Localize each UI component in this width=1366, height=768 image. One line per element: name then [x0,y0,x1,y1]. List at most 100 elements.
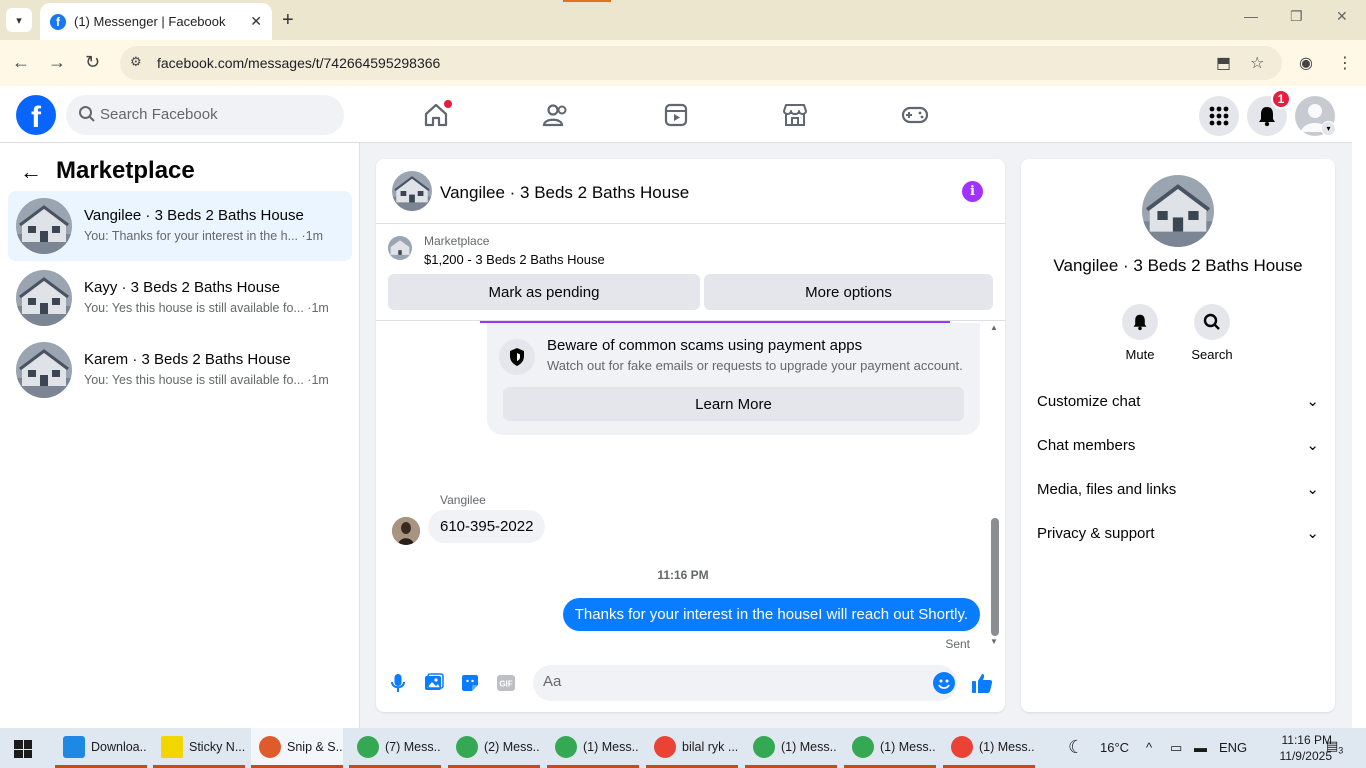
browser-tab[interactable]: f (1) Messenger | Facebook ✕ [40,3,272,40]
search-label: Search [1191,347,1233,362]
reload-icon[interactable]: ↻ [85,52,100,72]
sticky-notes-icon [161,735,183,758]
message-scrollbar[interactable] [991,518,999,636]
media-files-links-row[interactable]: Media, files and links ⌄ [1037,469,1319,509]
bookmark-star-icon[interactable]: ☆ [1250,53,1264,73]
network-icon[interactable]: ▬ [1194,740,1207,755]
outgoing-message[interactable]: Thanks for your interest in the houseI w… [562,598,980,631]
taskbar-chrome-window[interactable]: (1) Mess... [547,728,639,768]
video-icon[interactable] [661,100,691,130]
facebook-logo[interactable]: f [16,95,56,135]
tray-chevron-up-icon[interactable]: ^ [1146,740,1152,755]
back-arrow-icon[interactable]: ← [20,159,42,185]
back-icon[interactable]: ← [12,52,30,72]
taskbar-snip-sketch[interactable]: Snip & S... [251,728,343,768]
grid-icon [1209,106,1229,126]
restore-button[interactable]: ❐ [1290,8,1303,25]
privacy-support-row[interactable]: Privacy & support ⌄ [1037,513,1319,553]
gif-icon[interactable]: GIF [494,671,518,695]
conversation-item[interactable]: Kayy · 3 Beds 2 Baths House You: Yes thi… [8,263,352,333]
bell-icon [1122,304,1158,340]
taskbar-sticky-notes[interactable]: Sticky N... [153,728,245,768]
scroll-up-arrow-icon[interactable]: ▲ [990,323,998,332]
taskbar-label: (1) Mess... [979,739,1035,754]
customize-chat-row[interactable]: Customize chat ⌄ [1037,381,1319,421]
taskbar-clock[interactable]: 11:16 PM 11/9/2025 [1278,732,1333,764]
chrome-icon [555,735,577,758]
photo-icon[interactable] [422,671,446,695]
emoji-icon[interactable] [933,672,955,694]
taskbar-chrome-window[interactable]: (7) Mess... [349,728,441,768]
taskbar-label: (1) Mess... [583,739,639,754]
house-thumbnail [16,198,72,254]
taskbar-chrome-window[interactable]: (1) Mess... [943,728,1035,768]
taskbar-chrome-window[interactable]: (1) Mess... [844,728,936,768]
listing-price-title[interactable]: $1,200 - 3 Beds 2 Baths House [424,252,605,267]
mark-as-pending-button[interactable]: Mark as pending [388,274,700,310]
message-input-box[interactable] [533,665,957,701]
sender-avatar[interactable] [392,517,420,545]
notification-center-count: 3 [1338,745,1344,756]
conversation-item[interactable]: Karem · 3 Beds 2 Baths House You: Yes th… [8,335,352,405]
sticker-icon[interactable] [458,671,482,695]
tab-strip-accent [563,0,611,2]
address-bar[interactable]: ⚙ facebook.com/messages/t/74266459529836… [120,46,1282,80]
chat-title[interactable]: Vangilee · 3 Beds 2 Baths House [440,183,689,203]
gaming-icon[interactable] [900,100,930,130]
conversation-name: Vangilee · 3 Beds 2 Baths House [84,207,304,224]
site-info-icon[interactable]: ⚙ [130,54,142,70]
learn-more-button[interactable]: Learn More [503,387,964,421]
language-indicator[interactable]: ENG [1219,740,1247,755]
taskbar-downloads[interactable]: Downloa... [55,728,147,768]
thumbs-up-icon[interactable] [970,671,994,695]
notification-center-icon[interactable]: ▤3 [1326,738,1343,756]
scroll-down-arrow-icon[interactable]: ▼ [990,637,998,646]
marketplace-icon[interactable] [780,100,810,130]
chat-house-thumbnail [392,171,432,211]
facebook-search[interactable]: Search Facebook [66,95,344,135]
weather-moon-icon[interactable]: ☾ [1068,737,1084,758]
taskbar-chrome-window[interactable]: (1) Mess... [745,728,837,768]
menu-grid-button[interactable] [1199,96,1239,136]
info-house-thumbnail [1142,175,1214,247]
mute-button[interactable]: Mute [1110,304,1170,362]
taskbar-label: bilal ryk ... [682,739,738,754]
marketplace-label: Marketplace [424,234,490,248]
chrome-icon [654,735,676,758]
friends-icon[interactable] [541,100,571,130]
conversation-item[interactable]: Vangilee · 3 Beds 2 Baths House You: Tha… [8,191,352,261]
profile-icon[interactable]: ◉ [1299,53,1313,73]
browser-menu-icon[interactable]: ⋮ [1337,53,1353,73]
meet-now-icon[interactable]: ▭ [1170,740,1182,756]
chat-members-row[interactable]: Chat members ⌄ [1037,425,1319,465]
chevron-down-icon: ⌄ [1306,481,1319,498]
weather-temp[interactable]: 16°C [1100,740,1129,755]
conversation-name: Kayy · 3 Beds 2 Baths House [84,279,280,296]
tab-search-button[interactable]: ▾ [6,8,32,32]
forward-icon[interactable]: → [48,52,66,72]
search-conversation-button[interactable]: Search [1182,304,1242,362]
install-app-icon[interactable]: ⬒ [1216,53,1231,73]
scam-warning-text: Watch out for fake emails or requests to… [547,358,963,373]
house-thumbnail [16,270,72,326]
taskbar-chrome-window[interactable]: (2) Mess... [448,728,540,768]
account-chevron-icon[interactable]: ▾ [1321,121,1336,136]
message-input[interactable] [543,673,913,690]
info-icon[interactable]: i [962,181,983,202]
conversation-name: Karem · 3 Beds 2 Baths House [84,351,291,368]
page-scrollbar[interactable] [1352,86,1366,728]
notification-badge: 1 [1271,89,1291,109]
taskbar-chrome-window[interactable]: bilal ryk ... [646,728,738,768]
minimize-button[interactable]: — [1244,8,1258,24]
chrome-icon [357,735,379,758]
conversation-preview: You: Yes this house is still available f… [84,373,329,387]
chat-panel: Vangilee · 3 Beds 2 Baths House i Market… [376,159,1005,712]
incoming-message[interactable]: 610-395-2022 [428,510,546,543]
taskbar-label: (1) Mess... [880,739,936,754]
close-tab-icon[interactable]: ✕ [250,13,262,30]
windows-start-icon[interactable] [14,740,32,758]
more-options-button[interactable]: More options [704,274,993,310]
new-tab-button[interactable]: + [282,8,294,32]
microphone-icon[interactable] [386,671,410,695]
close-window-button[interactable]: ✕ [1336,8,1348,25]
